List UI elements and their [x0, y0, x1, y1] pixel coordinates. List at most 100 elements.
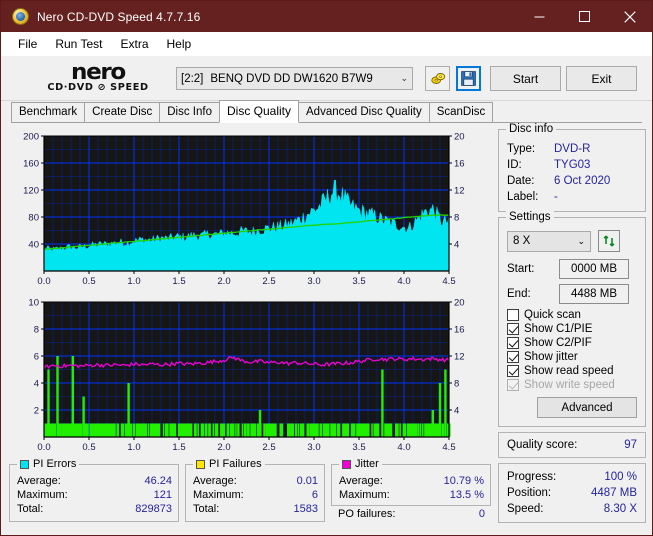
start-input[interactable]: 0000 MB: [559, 259, 629, 279]
pi-failures-title: PI Failures: [209, 458, 262, 470]
menu-item-help[interactable]: Help: [158, 34, 201, 54]
value: 6: [311, 489, 318, 501]
checkbox-quick-scan[interactable]: Quick scan: [507, 309, 637, 321]
disc-info-title: Disc info: [506, 123, 557, 135]
svg-text:0.5: 0.5: [82, 442, 95, 453]
disc-info-type-row: Type: DVD-R: [507, 141, 637, 157]
value: 10.79 %: [443, 475, 484, 487]
pi-errors-maximum-row: Maximum: 121: [17, 488, 172, 502]
label: Show C1/PIE: [524, 323, 593, 335]
label: Total:: [17, 503, 44, 515]
svg-text:4: 4: [454, 406, 459, 417]
drive-index: [2:2]: [181, 72, 204, 85]
label: Show write speed: [524, 379, 615, 391]
svg-text:200: 200: [23, 132, 39, 143]
jitter-stats: Jitter Average: 10.79 % Maximum: 13.5 %: [331, 458, 491, 506]
label: Average:: [17, 475, 61, 487]
end-row: End: 4488 MB: [507, 284, 637, 304]
label: Show read speed: [524, 365, 614, 377]
tab-advanced-disc-quality[interactable]: Advanced Disc Quality: [298, 102, 430, 123]
svg-text:120: 120: [23, 186, 39, 197]
tab-disc-quality[interactable]: Disc Quality: [219, 100, 300, 123]
label: Speed:: [507, 503, 544, 515]
pi-errors-title: PI Errors: [33, 458, 77, 470]
quality-score-value: 97: [624, 439, 637, 451]
tab-scandisc[interactable]: ScanDisc: [428, 102, 494, 123]
svg-text:4: 4: [454, 240, 459, 251]
svg-text:8: 8: [454, 379, 459, 390]
window-controls: [517, 1, 652, 32]
svg-text:3.5: 3.5: [352, 442, 365, 453]
drive-select[interactable]: [2:2] BENQ DVD DD DW1620 B7W9 ⌄: [176, 67, 413, 90]
svg-text:2.5: 2.5: [262, 276, 275, 287]
label: Date:: [507, 175, 535, 187]
checkbox-icon: [507, 351, 519, 363]
maximize-icon[interactable]: [562, 1, 607, 32]
value: 1583: [293, 503, 318, 515]
nero-disc-icon: [12, 8, 29, 25]
quality-score-label: Quality score:: [507, 439, 578, 451]
label: Quick scan: [524, 309, 581, 321]
label: Show jitter: [524, 351, 578, 363]
svg-text:8: 8: [34, 325, 39, 336]
tab-disc-info[interactable]: Disc Info: [159, 102, 220, 123]
tab-create-disc[interactable]: Create Disc: [84, 102, 161, 123]
label: Progress:: [507, 471, 557, 483]
logo-subtitle: CD·DVD ⊘ SPEED: [47, 81, 149, 93]
checkbox-show-jitter[interactable]: Show jitter: [507, 351, 637, 363]
value: 6 Oct 2020: [554, 175, 611, 187]
drive-name: BENQ DVD DD DW1620 B7W9: [210, 72, 373, 85]
start-button[interactable]: Start: [490, 66, 561, 91]
jitter-maximum-row: Maximum: 13.5 %: [339, 488, 484, 502]
svg-text:12: 12: [454, 352, 465, 363]
label: Maximum:: [17, 489, 68, 501]
svg-text:4.5: 4.5: [442, 276, 455, 287]
checkbox-show-c2-pif[interactable]: Show C2/PIF: [507, 337, 637, 349]
jitter-average-row: Average: 10.79 %: [339, 474, 484, 488]
pi-failures-maximum-row: Maximum: 6: [193, 488, 318, 502]
tab-content-disc-quality: 40 80 120 160 200 4 8 12 16 20 0.0 0.5 1.0 1.5 2.0 2.5 3…: [1, 123, 652, 535]
label: Maximum:: [193, 489, 244, 501]
end-label: End:: [507, 288, 531, 300]
pi-failures-average-row: Average: 0.01: [193, 474, 318, 488]
svg-text:40: 40: [28, 240, 39, 251]
tab-benchmark[interactable]: Benchmark: [11, 102, 86, 123]
checkbox-show-read-speed[interactable]: Show read speed: [507, 365, 637, 377]
advanced-button[interactable]: Advanced: [537, 397, 637, 418]
label: Type:: [507, 143, 536, 155]
pi-failures-legend: PI Failures: [193, 458, 265, 470]
svg-text:0.5: 0.5: [82, 276, 95, 287]
disc-info-panel: Disc info Type: DVD-R ID: TYG03 Date: 6 …: [498, 123, 646, 212]
settings-title: Settings: [506, 211, 554, 223]
minimize-icon[interactable]: [517, 1, 562, 32]
save-button[interactable]: [456, 66, 481, 91]
value: 100 %: [604, 471, 637, 483]
end-input[interactable]: 4488 MB: [559, 284, 629, 304]
eject-disc-button[interactable]: [425, 66, 450, 91]
checkbox-icon: [507, 323, 519, 335]
label: Label:: [507, 191, 539, 203]
checkbox-show-c1-pie[interactable]: Show C1/PIE: [507, 323, 637, 335]
close-icon[interactable]: [607, 1, 652, 32]
value: 829873: [135, 503, 172, 515]
value: DVD-R: [554, 143, 591, 155]
svg-text:1.0: 1.0: [127, 276, 140, 287]
svg-text:160: 160: [23, 159, 39, 170]
jitter-stats-wrapper: Jitter Average: 10.79 % Maximum: 13.5 % …: [331, 458, 491, 522]
menu-item-run-test[interactable]: Run Test: [46, 34, 111, 54]
value: TYG03: [554, 159, 591, 171]
value: 13.5 %: [449, 489, 484, 501]
svg-text:2.5: 2.5: [262, 442, 275, 453]
checkbox-show-write-speed: Show write speed: [507, 379, 637, 391]
speed-select[interactable]: 8 X ⌄: [507, 230, 591, 252]
refresh-button[interactable]: [598, 230, 620, 252]
menu-item-file[interactable]: File: [9, 34, 46, 54]
svg-text:8: 8: [454, 213, 459, 224]
jitter-legend: Jitter: [339, 458, 382, 470]
exit-button[interactable]: Exit: [566, 66, 637, 91]
value: 8.30 X: [603, 503, 637, 515]
pi-failures-color-swatch: [196, 459, 205, 469]
menu-item-extra[interactable]: Extra: [111, 34, 157, 54]
po-failures-row: PO failures: 0: [331, 506, 491, 522]
start-label: Start:: [507, 263, 535, 275]
